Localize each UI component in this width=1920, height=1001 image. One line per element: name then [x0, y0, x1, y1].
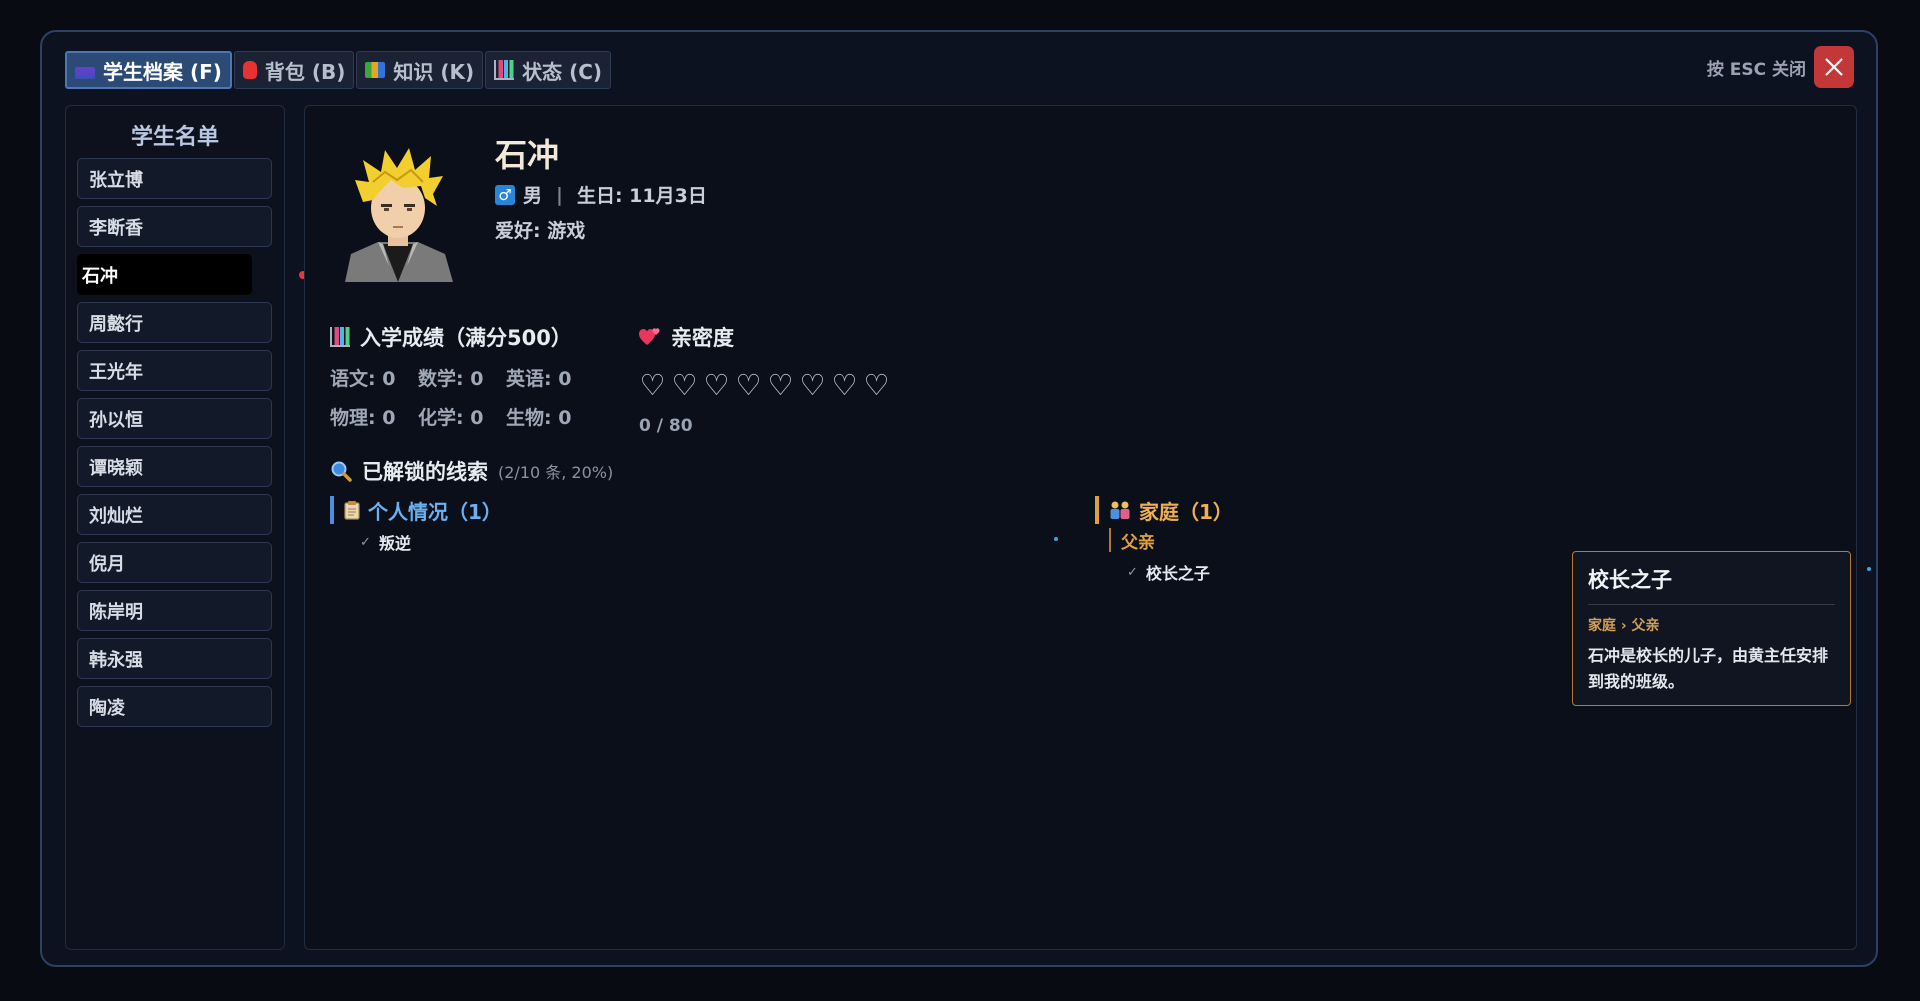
clues-section-title: 已解锁的线索 (2/10 条, 20%): [330, 456, 613, 486]
score-item: 化学: 0: [418, 407, 484, 429]
student-item[interactable]: 李断香: [77, 206, 272, 247]
heart-icon: ♡: [735, 368, 762, 402]
heart-icon: ♡: [863, 368, 890, 402]
clue-category-personal[interactable]: 个人情况（1）: [330, 496, 502, 524]
birthday-text: 生日: 11月3日: [576, 185, 707, 207]
student-item[interactable]: 王光年: [77, 350, 272, 391]
tab-label: 知识 (K): [393, 59, 475, 84]
heart-icon: ♡: [767, 368, 794, 402]
close-button[interactable]: [1814, 46, 1854, 88]
score-item: 语文: 0: [330, 368, 396, 390]
student-item[interactable]: 倪月: [77, 542, 272, 583]
tooltip-description: 石冲是校长的儿子，由黄主任安排到我的班级。: [1588, 646, 1829, 691]
info-separator: |: [556, 183, 563, 206]
student-detail-panel: 石冲 ♂ 男 | 生日: 11月3日 爱好: 游戏 入学成绩（满分500） 语文…: [304, 105, 1871, 950]
score-item: 生物: 0: [506, 407, 572, 429]
hobby-text: 爱好: 游戏: [495, 220, 586, 242]
indicator-dot: [1867, 567, 1871, 571]
magnifier-icon: [331, 461, 352, 482]
two-hearts-icon: [639, 328, 660, 345]
heart-icon: ♡: [831, 368, 858, 402]
affinity-value: 0 / 80: [639, 416, 693, 436]
affinity-section-title: 亲密度: [639, 322, 734, 352]
clue-tooltip: 校长之子 家庭 › 父亲 石冲是校长的儿子，由黄主任安排到我的班级。: [1572, 551, 1851, 706]
student-list-title: 学生名单: [130, 125, 219, 150]
student-item[interactable]: 谭晓颖: [77, 446, 272, 487]
heart-icon: ♡: [639, 368, 666, 402]
student-item[interactable]: 陈岸明: [77, 590, 272, 631]
books-icon: [365, 62, 386, 78]
clues-title: 已解锁的线索: [362, 460, 488, 484]
backpack-icon: [242, 61, 257, 79]
clues-progress: (2/10 条, 20%): [498, 463, 614, 482]
indicator-dot: [1054, 537, 1058, 541]
score-item: 英语: 0: [506, 368, 572, 390]
tooltip-breadcrumb: 家庭 › 父亲: [1588, 618, 1660, 634]
affinity-hearts: ♡ ♡ ♡ ♡ ♡ ♡ ♡ ♡: [639, 368, 890, 402]
clipboard-icon: [344, 501, 360, 520]
tooltip-title: 校长之子: [1588, 564, 1835, 605]
tab-label: 背包 (B): [264, 59, 346, 84]
student-item[interactable]: 张立博: [77, 158, 272, 199]
heart-icon: ♡: [671, 368, 698, 402]
profile-window: 学生档案 (F) 背包 (B) 知识 (K) 状态 (C) 按 ESC 关闭 学…: [40, 30, 1878, 967]
score-grid: 语文: 0 数学: 0 英语: 0 物理: 0 化学: 0 生物: 0: [330, 364, 594, 430]
bar-chart-icon: [494, 60, 515, 80]
close-area: 按 ESC 关闭: [1707, 46, 1854, 88]
student-name-heading: 石冲: [495, 136, 560, 174]
check-icon: ✓: [1127, 564, 1138, 580]
clue-item-selected[interactable]: ✓ 校长之子: [1127, 560, 1210, 584]
bar-chart-icon: [330, 327, 350, 347]
close-hint: 按 ESC 关闭: [1706, 59, 1806, 80]
clue-category-label: 个人情况（1）: [368, 499, 502, 524]
student-item[interactable]: 陶凌: [77, 686, 272, 727]
gender-text: 男: [523, 185, 543, 207]
heart-icon: ♡: [799, 368, 826, 402]
student-portrait: [345, 148, 453, 282]
student-item[interactable]: 刘灿烂: [77, 494, 272, 535]
tab-knowledge[interactable]: 知识 (K): [356, 51, 484, 89]
student-basic-info: ♂ 男 | 生日: 11月3日: [495, 181, 707, 208]
tab-student-profiles[interactable]: 学生档案 (F): [65, 51, 232, 89]
scores-title: 入学成绩（满分500）: [360, 326, 572, 350]
score-item: 物理: 0: [330, 407, 396, 429]
student-list-panel: 学生名单 张立博 李断香 石冲 周懿行 王光年 孙以恒 谭晓颖 刘灿烂 倪月 陈…: [65, 105, 307, 950]
tab-label: 学生档案 (F): [103, 59, 222, 84]
clue-category-family[interactable]: 家庭（1）: [1095, 496, 1233, 524]
tab-bar: 学生档案 (F) 背包 (B) 知识 (K) 状态 (C): [65, 51, 612, 89]
tab-status[interactable]: 状态 (C): [485, 51, 612, 89]
student-item[interactable]: 韩永强: [77, 638, 272, 679]
student-item[interactable]: 孙以恒: [77, 398, 272, 439]
family-icon: [1110, 501, 1130, 519]
affinity-title: 亲密度: [671, 326, 734, 350]
heart-icon: ♡: [703, 368, 730, 402]
clue-item-label: 校长之子: [1145, 564, 1210, 583]
male-icon: ♂: [495, 184, 515, 205]
score-item: 数学: 0: [418, 368, 484, 390]
student-item[interactable]: 周懿行: [77, 302, 272, 343]
book-icon: [75, 67, 95, 79]
student-name: 石冲: [82, 265, 118, 287]
student-item-selected[interactable]: 石冲: [77, 254, 307, 295]
scores-section-title: 入学成绩（满分500）: [330, 322, 572, 352]
clue-category-label: 家庭（1）: [1139, 499, 1233, 524]
close-icon: [1825, 58, 1843, 76]
clue-item-label: 叛逆: [378, 534, 411, 553]
check-icon: ✓: [360, 534, 371, 550]
clue-subcategory-father[interactable]: 父亲: [1109, 528, 1155, 553]
tab-backpack[interactable]: 背包 (B): [233, 51, 355, 89]
tab-label: 状态 (C): [522, 59, 603, 84]
clue-item[interactable]: ✓ 叛逆: [360, 530, 411, 554]
